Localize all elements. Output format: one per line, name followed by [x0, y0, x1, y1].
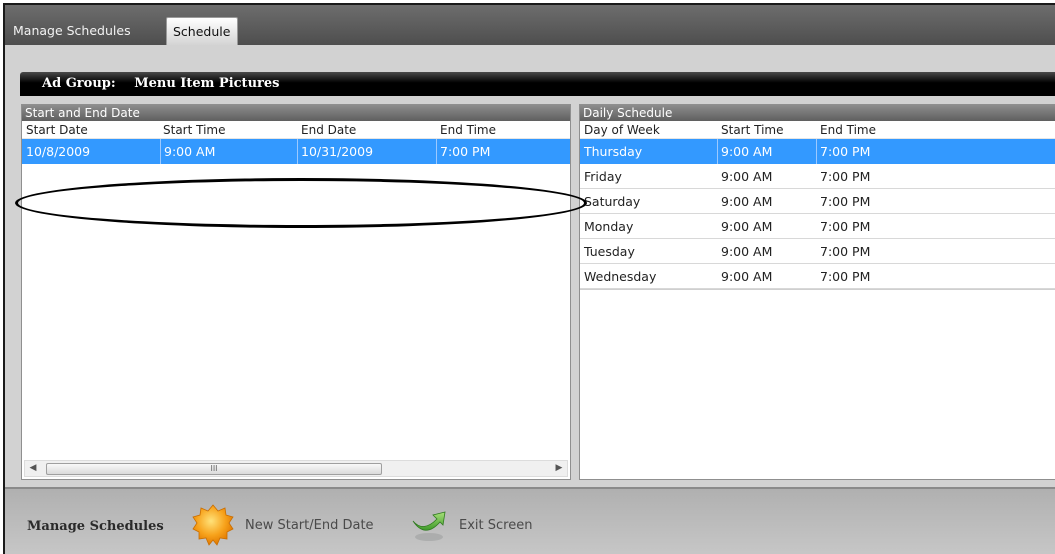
- exit-screen-label: Exit Screen: [459, 517, 533, 533]
- column-header-start-date[interactable]: Start Date: [26, 123, 88, 137]
- daily-rows: Thursday 9:00 AM 7:00 PM Friday 9:00 AM …: [580, 139, 1055, 290]
- daily-schedule-panel: Daily Schedule Day of Week Start Time En…: [579, 104, 1055, 480]
- cell-day: Wednesday: [584, 269, 657, 284]
- new-start-end-date-button[interactable]: New Start/End Date: [191, 503, 374, 547]
- cell-end-date: 10/31/2009: [297, 139, 437, 164]
- cell-start-time: 9:00 AM: [160, 139, 300, 164]
- cell-end-time: 7:00 PM: [436, 139, 570, 164]
- cell-end-time: 7:00 PM: [820, 194, 871, 209]
- table-row[interactable]: Thursday 9:00 AM 7:00 PM: [580, 139, 1055, 164]
- ad-group-label: Ad Group:: [42, 76, 116, 91]
- bottom-toolbar: Manage Schedules New Start/End Date Exit…: [5, 487, 1055, 554]
- column-header-start-time[interactable]: Start Time: [721, 123, 784, 137]
- cell-day: Thursday: [584, 144, 643, 159]
- toolbar-title: Manage Schedules: [27, 519, 164, 534]
- tab-manage-schedules[interactable]: Manage Schedules: [7, 17, 137, 45]
- cell-start-date: 10/8/2009: [26, 144, 91, 159]
- cell-day: Saturday: [584, 194, 641, 209]
- cell-end-time: 7:00 PM: [820, 169, 871, 184]
- tab-bar: Manage Schedules Schedule: [5, 5, 1055, 45]
- scroll-left-icon[interactable]: ◀: [28, 463, 38, 475]
- cell-end-time: 7:00 PM: [820, 219, 871, 234]
- cell-start-time: 9:00 AM: [721, 219, 773, 234]
- ad-group-header: Ad Group: Menu Item Pictures: [20, 72, 1055, 96]
- scroll-right-icon[interactable]: ▶: [554, 463, 564, 475]
- start-end-date-panel: Start and End Date Start Date Start Time…: [21, 104, 571, 480]
- exit-screen-button[interactable]: Exit Screen: [409, 503, 532, 547]
- cell-end-time: 7:00 PM: [816, 139, 1055, 164]
- ad-group-value: Menu Item Pictures: [134, 76, 280, 91]
- cell-end-time: 7:00 PM: [820, 244, 871, 259]
- schedule-content: Ad Group: Menu Item Pictures Start and E…: [5, 45, 1055, 487]
- horizontal-scrollbar[interactable]: ◀ III ▶: [24, 460, 568, 477]
- column-header-end-date[interactable]: End Date: [301, 123, 356, 137]
- cell-start-time: 9:00 AM: [717, 139, 817, 164]
- new-start-end-date-label: New Start/End Date: [245, 517, 374, 533]
- cell-day: Monday: [584, 219, 634, 234]
- sun-burst-icon: [192, 504, 234, 546]
- table-row[interactable]: Friday 9:00 AM 7:00 PM: [580, 164, 1055, 189]
- cell-start-time: 9:00 AM: [721, 269, 773, 284]
- table-row[interactable]: Saturday 9:00 AM 7:00 PM: [580, 189, 1055, 214]
- cell-end-time: 7:00 PM: [820, 269, 871, 284]
- scroll-thumb[interactable]: III: [46, 463, 382, 475]
- column-header-end-time[interactable]: End Time: [440, 123, 496, 137]
- table-row[interactable]: 10/8/2009 9:00 AM 10/31/2009 7:00 PM: [22, 139, 570, 164]
- exit-arrow-icon: [412, 511, 446, 541]
- panel-title: Daily Schedule: [580, 105, 1055, 121]
- column-header-start-time[interactable]: Start Time: [163, 123, 226, 137]
- cell-start-time: 9:00 AM: [721, 169, 773, 184]
- grid-header: Day of Week Start Time End Time: [580, 121, 1055, 139]
- app-window: Manage Schedules Schedule Ad Group: Menu…: [3, 3, 1055, 554]
- column-header-day-of-week[interactable]: Day of Week: [584, 123, 660, 137]
- panel-title: Start and End Date: [22, 105, 570, 121]
- tab-schedule[interactable]: Schedule: [166, 17, 238, 45]
- table-row[interactable]: Wednesday 9:00 AM 7:00 PM: [580, 264, 1055, 289]
- column-header-end-time[interactable]: End Time: [820, 123, 876, 137]
- cell-start-time: 9:00 AM: [721, 244, 773, 259]
- cell-day: Tuesday: [584, 244, 635, 259]
- cell-day: Friday: [584, 169, 622, 184]
- cell-start-time: 9:00 AM: [721, 194, 773, 209]
- grid-header: Start Date Start Time End Date End Time: [22, 121, 570, 139]
- table-row[interactable]: Tuesday 9:00 AM 7:00 PM: [580, 239, 1055, 264]
- table-row[interactable]: Monday 9:00 AM 7:00 PM: [580, 214, 1055, 239]
